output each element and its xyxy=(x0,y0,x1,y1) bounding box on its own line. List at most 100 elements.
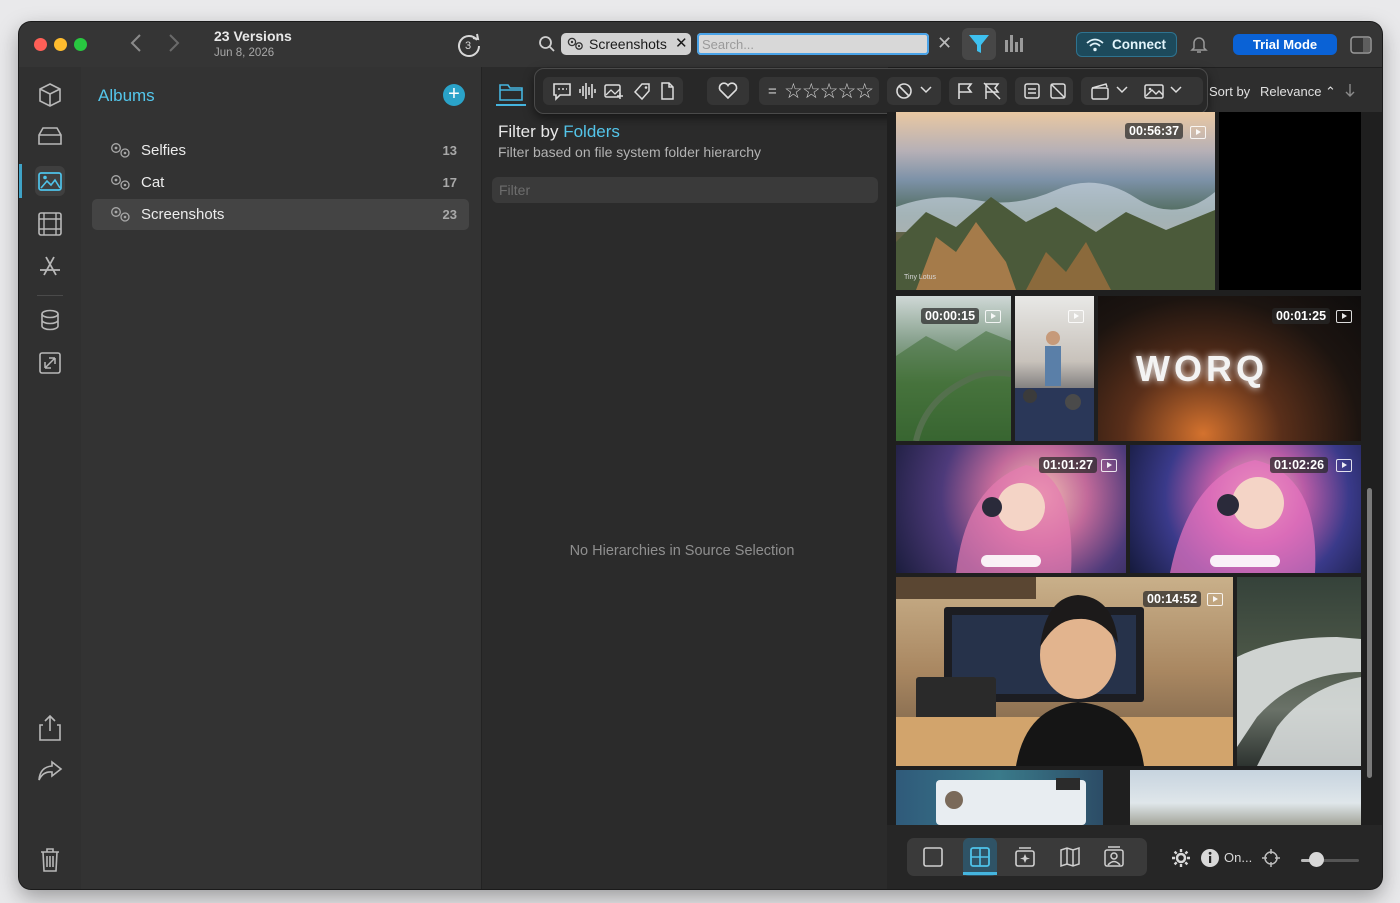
tag-icon[interactable] xyxy=(631,81,653,101)
chevron-down-icon[interactable] xyxy=(1115,85,1129,95)
cube-icon xyxy=(39,83,61,107)
maximize-window-button[interactable] xyxy=(74,38,87,51)
rail-item-videos[interactable] xyxy=(35,209,65,239)
album-item-selfies[interactable]: Selfies 13 xyxy=(92,135,469,166)
image-plus-icon[interactable] xyxy=(603,81,625,101)
compare-view-icon[interactable] xyxy=(1013,845,1037,869)
back-button[interactable] xyxy=(123,32,149,58)
grid-view-icon[interactable] xyxy=(968,845,992,869)
thumbnail[interactable]: WORQ 00:01:25 xyxy=(1098,296,1361,441)
histogram-button[interactable] xyxy=(1003,32,1025,59)
forward-button[interactable] xyxy=(161,32,187,58)
sort-dropdown[interactable]: Relevance ⌃ xyxy=(1260,84,1336,100)
filter-heading-accent: Folders xyxy=(563,122,620,141)
bell-icon xyxy=(1190,37,1208,53)
album-item-cat[interactable]: Cat 17 xyxy=(92,167,469,198)
rail-item-share[interactable] xyxy=(35,713,65,743)
minimize-window-button[interactable] xyxy=(54,38,67,51)
search-token-screenshots[interactable]: Screenshots ✕ xyxy=(561,33,691,55)
album-item-screenshots[interactable]: Screenshots 23 xyxy=(92,199,469,230)
rail-item-drives[interactable] xyxy=(35,122,65,152)
waveform-icon[interactable] xyxy=(577,81,599,101)
rail-item-import[interactable] xyxy=(35,348,65,378)
chevron-down-icon[interactable] xyxy=(1169,85,1183,95)
zoom-slider-knob[interactable] xyxy=(1309,852,1324,867)
search-input[interactable] xyxy=(697,33,929,55)
thumbnail[interactable]: 00:00:15 xyxy=(896,296,1011,441)
info-icon[interactable] xyxy=(1199,847,1221,869)
flag-icon[interactable] xyxy=(955,81,975,101)
tile-caption: Tiny Lotus xyxy=(904,274,937,281)
rail-item-apps[interactable] xyxy=(35,252,65,282)
connect-button[interactable]: Connect xyxy=(1076,32,1177,57)
photos-icon xyxy=(38,172,62,191)
forward-icon xyxy=(38,760,63,781)
document-icon[interactable] xyxy=(657,81,677,101)
thumbnail[interactable] xyxy=(1237,577,1361,766)
smart-album-icon xyxy=(111,207,130,222)
inspector-toggle-button[interactable] xyxy=(1350,36,1372,59)
thumbnail[interactable] xyxy=(1219,112,1361,290)
search-token-label: Screenshots xyxy=(589,36,667,52)
thumbnail[interactable]: 00:14:52 xyxy=(896,577,1233,766)
single-view-icon[interactable] xyxy=(921,845,945,869)
notifications-button[interactable] xyxy=(1190,34,1208,59)
close-window-button[interactable] xyxy=(34,38,47,51)
heart-icon[interactable] xyxy=(717,81,739,101)
no-sign-icon[interactable] xyxy=(893,81,915,101)
people-view-icon[interactable] xyxy=(1102,845,1126,869)
thumbnail[interactable] xyxy=(1130,770,1361,825)
gear-icon[interactable] xyxy=(1170,847,1192,869)
video-icon xyxy=(1207,593,1223,606)
map-view-icon[interactable] xyxy=(1058,845,1082,869)
sync-icon: 3 xyxy=(458,33,480,57)
video-icon xyxy=(985,310,1001,323)
unflag-icon[interactable] xyxy=(982,81,1002,101)
photo-icon[interactable] xyxy=(1143,81,1165,101)
rail-item-database[interactable] xyxy=(35,305,65,335)
folder-filter-input[interactable] xyxy=(492,177,878,203)
bar-chart-icon xyxy=(1005,35,1023,52)
text-box-icon[interactable] xyxy=(1022,81,1042,101)
video-duration: 00:00:15 xyxy=(921,308,980,324)
thumbnail[interactable]: 00:56:37 Tiny Lotus xyxy=(896,112,1215,290)
album-count: 17 xyxy=(442,175,457,190)
sync-status-button[interactable]: 3 xyxy=(455,32,483,63)
speech-bubble-icon[interactable] xyxy=(551,81,573,101)
filter-panel: Filter by Folders Filter based on file s… xyxy=(481,67,888,889)
rail-item-trash[interactable] xyxy=(35,845,65,875)
albums-title: Albums xyxy=(98,86,155,105)
arrow-down-icon xyxy=(1345,84,1355,97)
filter-toggle-button[interactable] xyxy=(962,28,996,60)
clapperboard-icon[interactable] xyxy=(1089,81,1111,101)
remove-token-icon[interactable]: ✕ xyxy=(675,33,688,55)
thumbnail[interactable] xyxy=(1015,296,1094,441)
video-icon xyxy=(1068,310,1084,323)
rail-item-library[interactable] xyxy=(35,80,65,110)
thumbnail-art xyxy=(936,778,1086,825)
rail-item-forward[interactable] xyxy=(35,756,65,786)
rating-stars[interactable]: ☆☆☆☆☆ xyxy=(784,79,874,104)
trial-mode-button[interactable]: Trial Mode xyxy=(1233,34,1337,55)
video-icon xyxy=(1336,459,1352,472)
rating-operator[interactable]: = xyxy=(768,83,777,100)
add-album-button[interactable]: + xyxy=(443,84,465,106)
thumbnail[interactable] xyxy=(896,770,1103,825)
database-icon xyxy=(41,309,59,331)
thumbnail[interactable]: 01:02:26 xyxy=(1130,445,1361,573)
grid-scrollbar[interactable] xyxy=(1367,488,1372,778)
chevron-down-icon[interactable] xyxy=(919,85,933,95)
view-mode-group xyxy=(907,838,1147,876)
overlay-toggle-label[interactable]: On... xyxy=(1224,850,1252,865)
import-icon xyxy=(39,352,61,374)
clear-search-icon[interactable]: ✕ xyxy=(937,33,952,54)
thumbnail[interactable]: 01:01:27 xyxy=(896,445,1126,573)
sort-direction-button[interactable] xyxy=(1344,82,1356,102)
no-image-icon[interactable] xyxy=(1048,81,1068,101)
chevron-left-icon xyxy=(130,34,141,52)
album-name: Selfies xyxy=(141,142,187,159)
rail-item-albums[interactable] xyxy=(35,166,65,196)
appstore-icon xyxy=(40,256,60,276)
crosshair-icon[interactable] xyxy=(1261,848,1281,868)
filter-heading-prefix: Filter by xyxy=(498,122,559,141)
